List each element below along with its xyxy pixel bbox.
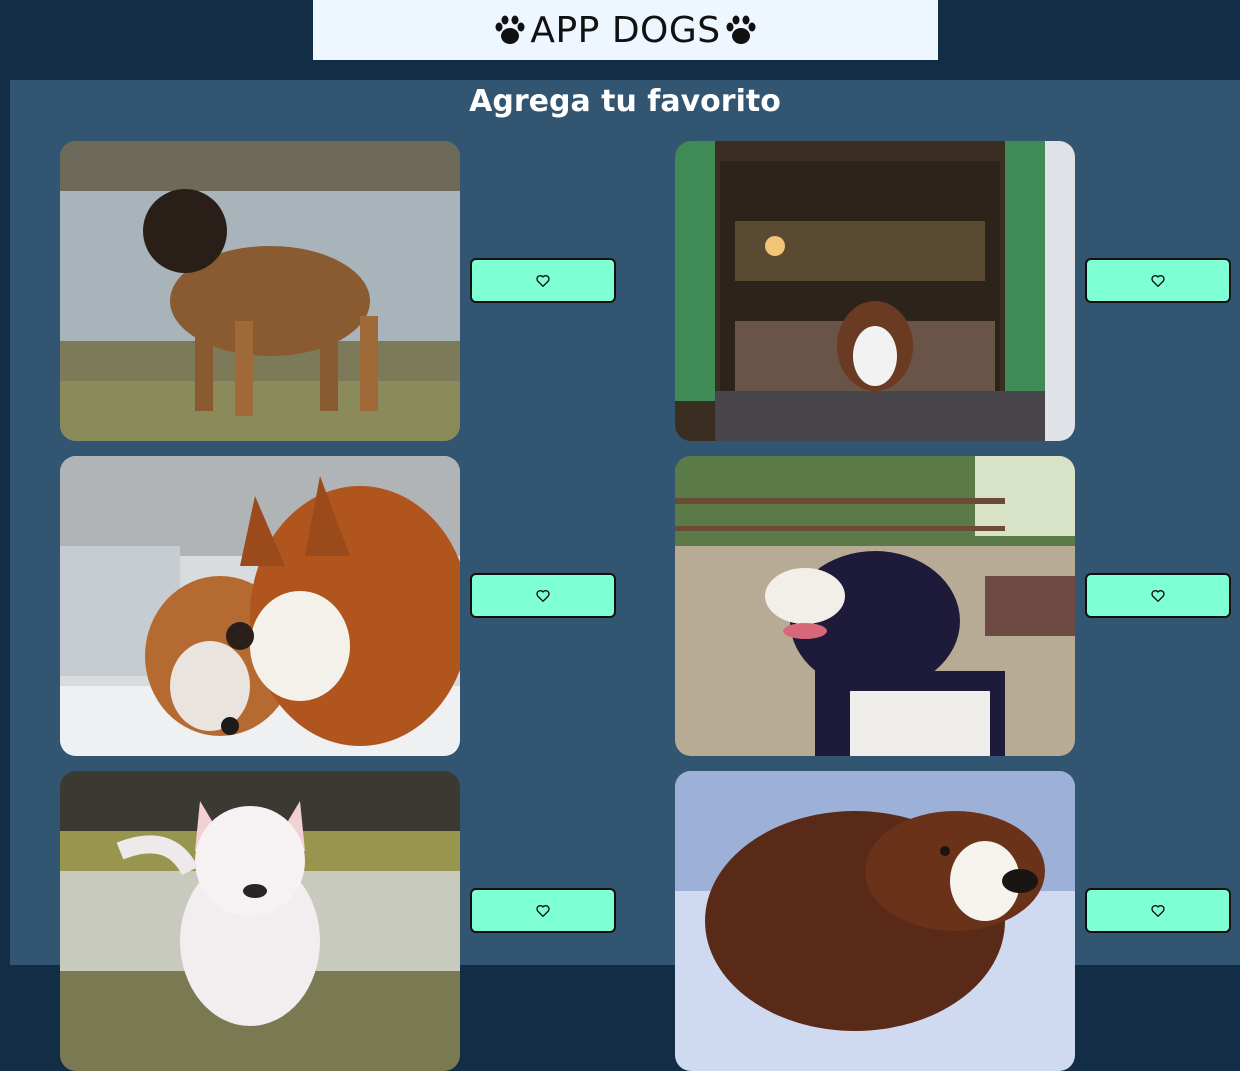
- heart-icon: [536, 904, 550, 917]
- heart-icon: [536, 274, 550, 287]
- dog-photo-bull-terrier: [60, 771, 460, 1071]
- dog-photo-card: [675, 456, 1075, 756]
- app-title: APP DOGS: [530, 9, 721, 51]
- heart-icon: [1151, 274, 1165, 287]
- favorite-button[interactable]: [1085, 258, 1231, 303]
- paw-icon: [495, 15, 525, 44]
- heart-icon: [536, 589, 550, 602]
- dog-photo-huskies: [60, 456, 460, 756]
- heart-icon: [1151, 589, 1165, 602]
- favorite-button[interactable]: [1085, 573, 1231, 618]
- dog-photo-card: [60, 141, 460, 441]
- app-header: APP DOGS: [313, 0, 938, 60]
- paw-icon: [726, 15, 756, 44]
- dog-photo-leonberger: [60, 141, 460, 441]
- page-subtitle: Agrega tu favorito: [469, 84, 781, 119]
- dog-photo-card: [675, 141, 1075, 441]
- favorite-button[interactable]: [470, 258, 616, 303]
- dog-photo-card: [60, 456, 460, 756]
- dog-photo-border-collie: [675, 456, 1075, 756]
- dog-photo-card: [675, 771, 1075, 1071]
- favorite-button[interactable]: [470, 888, 616, 933]
- dog-photo-shepherd: [675, 141, 1075, 441]
- favorites-panel: Agrega tu favorito: [10, 80, 1240, 1071]
- favorite-button[interactable]: [470, 573, 616, 618]
- heart-icon: [1151, 904, 1165, 917]
- app-title-wrap: APP DOGS: [492, 10, 758, 51]
- dog-photo-card: [60, 771, 460, 1071]
- dog-photo-spaniel: [675, 771, 1075, 1071]
- favorite-button[interactable]: [1085, 888, 1231, 933]
